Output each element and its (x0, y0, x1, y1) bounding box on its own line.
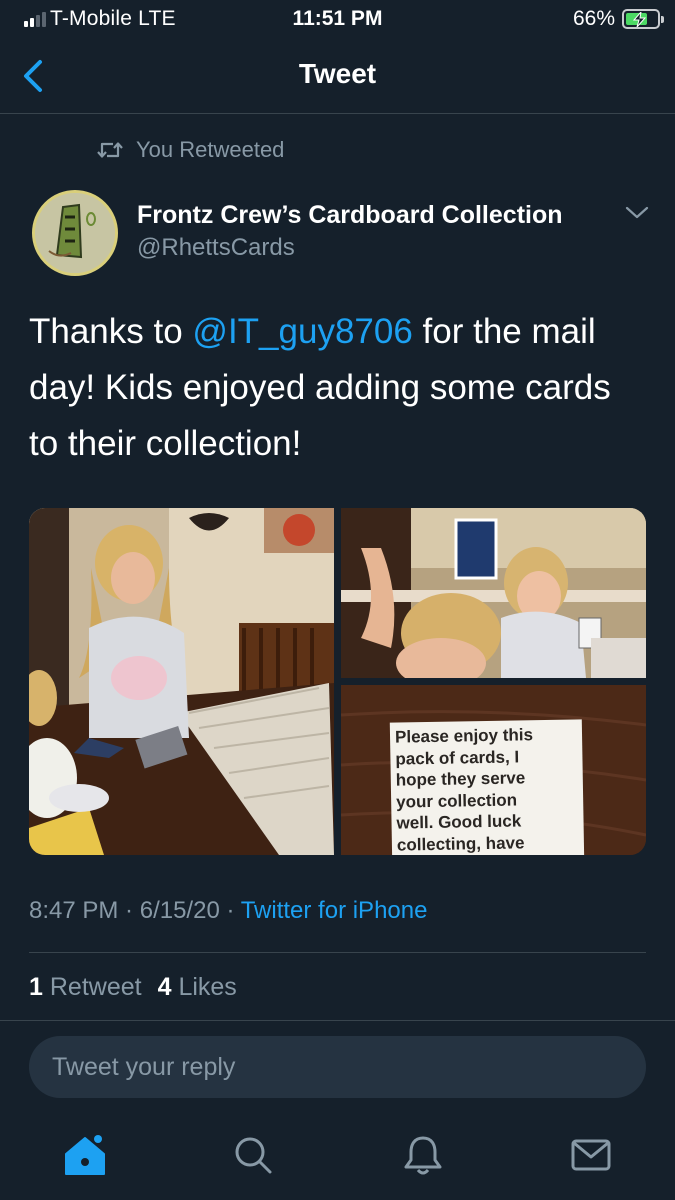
home-icon (65, 1135, 105, 1175)
tab-search[interactable] (230, 1132, 276, 1178)
retweets-stat[interactable]: 1 Retweet (29, 973, 142, 1001)
meta-separator: · (219, 897, 241, 924)
retweet-count: 1 (29, 973, 43, 1001)
engagement-stats: 1 Retweet 4 Likes (29, 973, 237, 1002)
tweet-date: 6/15/20 (139, 897, 220, 924)
battery-icon (622, 9, 664, 29)
retweet-label: You Retweeted (136, 137, 285, 162)
reply-input[interactable]: Tweet your reply (29, 1036, 646, 1098)
reply-placeholder: Tweet your reply (52, 1053, 236, 1081)
tab-notifications[interactable] (400, 1132, 446, 1178)
likes-label: Likes (178, 973, 237, 1001)
mention-link[interactable]: @IT_guy8706 (192, 312, 412, 351)
tweet-meta: 8:47 PM · 6/15/20 · Twitter for iPhone (29, 897, 427, 925)
nav-bar: Tweet (0, 38, 675, 114)
retweet-label: Retweet (49, 973, 142, 1001)
battery-percent: 66% (572, 7, 615, 30)
tweet-time: 8:47 PM (29, 897, 119, 924)
likes-stat[interactable]: 4 Likes (158, 973, 237, 1001)
author-handle[interactable]: @RhettsCards (137, 234, 295, 262)
photo-kids-holding-cards[interactable] (341, 508, 646, 678)
tab-messages[interactable] (568, 1132, 614, 1178)
chevron-down-icon (625, 206, 649, 219)
retweet-indicator: You Retweeted (96, 137, 284, 163)
photo-girl-opening-cards[interactable] (29, 508, 334, 855)
source-app-link[interactable]: Twitter for iPhone (241, 897, 428, 924)
photo-thank-you-note[interactable]: Please enjoy this pack of cards, I hope … (341, 685, 646, 855)
tweet-text: Thanks to @IT_guy8706 for the mail day! … (29, 304, 649, 472)
messages-icon (571, 1139, 611, 1171)
avatar[interactable] (32, 190, 118, 276)
tweet-text-before: Thanks to (29, 312, 193, 351)
tab-home[interactable] (62, 1132, 108, 1178)
avatar-drawing (35, 193, 115, 273)
divider (0, 1020, 675, 1021)
tab-bar (0, 1110, 675, 1200)
like-count: 4 (157, 973, 172, 1001)
page-title: Tweet (298, 58, 377, 89)
more-options-button[interactable] (624, 204, 650, 227)
status-bar: T-Mobile LTE 11:51 PM 66% (0, 0, 675, 38)
note-line: collecting, have (396, 832, 525, 855)
author-name[interactable]: Frontz Crew’s Cardboard Collection (137, 201, 563, 230)
divider (29, 952, 646, 953)
meta-separator: · (118, 897, 140, 924)
note-card: Please enjoy this pack of cards, I hope … (389, 719, 585, 855)
search-icon (235, 1137, 272, 1174)
retweet-icon (97, 142, 123, 158)
media-grid: Please enjoy this pack of cards, I hope … (29, 508, 646, 855)
notifications-icon (404, 1136, 442, 1175)
